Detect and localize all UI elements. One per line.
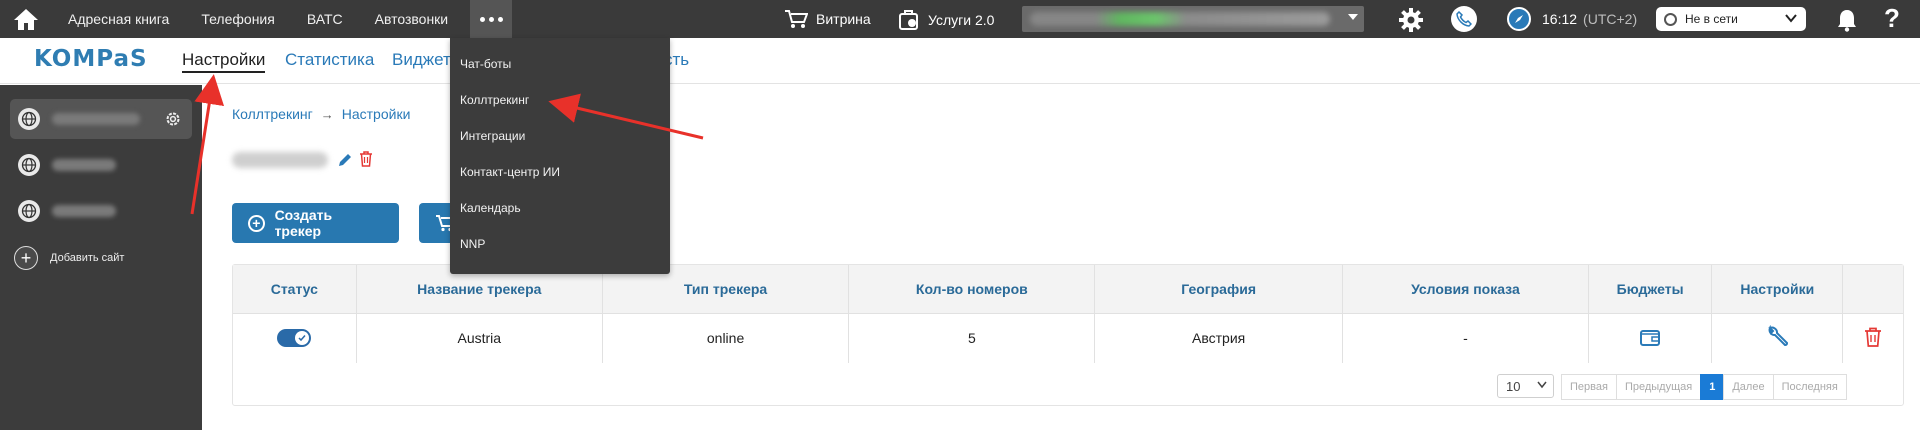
more-dropdown-menu: Чат-боты Коллтрекинг Интеграции Контакт-… (450, 38, 670, 274)
sub-navigation: KOMPaS Настройки Статистика Виджет сть (0, 38, 1920, 84)
column-header-numbers: Кол-во номеров (848, 265, 1096, 313)
home-icon[interactable] (0, 0, 52, 38)
site-name-redacted (52, 205, 116, 217)
menu-item-chatbots[interactable]: Чат-боты (450, 46, 670, 82)
status-toggle[interactable] (277, 329, 312, 348)
topnav-vats[interactable]: ВАТС (291, 0, 359, 38)
clock-compass-icon (1507, 7, 1531, 31)
cart-icon (785, 10, 808, 28)
offline-status-icon (1664, 12, 1677, 26)
page-next-button[interactable]: Далее (1723, 374, 1774, 400)
sidebar-site-item[interactable] (10, 99, 192, 139)
page-size-value: 10 (1506, 378, 1521, 394)
page-first-button[interactable]: Первая (1561, 374, 1617, 400)
tracker-type-cell: online (602, 312, 850, 363)
globe-icon (18, 154, 40, 176)
tab-widget[interactable]: Виджет (392, 50, 451, 70)
sites-sidebar: + Добавить сайт (0, 85, 202, 430)
page-current-button[interactable]: 1 (1700, 374, 1725, 400)
column-header-status: Статус (233, 265, 357, 313)
top-bar: Адресная книга Телефония ВАТС Автозвонки… (0, 0, 1920, 38)
bell-icon[interactable] (1836, 8, 1858, 35)
dot-icon (497, 16, 503, 22)
menu-item-calltracking[interactable]: Коллтрекинг (450, 82, 670, 118)
column-header-conditions: Условия показа (1342, 265, 1590, 313)
site-settings-gear-icon[interactable] (164, 110, 182, 133)
caret-down-icon (1348, 14, 1358, 20)
kompas-logo[interactable]: KOMPaS (34, 46, 148, 72)
trash-icon[interactable] (359, 151, 373, 172)
chevron-down-icon (1537, 381, 1547, 389)
breadcrumb-calltracking[interactable]: Коллтрекинг (232, 106, 313, 122)
check-icon (298, 335, 306, 342)
timezone-text: (UTC+2) (1583, 11, 1638, 27)
pagination: Первая Предыдущая 1 Далее Последняя (1561, 374, 1847, 400)
column-header-geography: География (1094, 265, 1343, 313)
plus-icon: + (14, 246, 38, 270)
topnav-telephony[interactable]: Телефония (185, 0, 290, 38)
vitrina-label: Витрина (816, 11, 871, 27)
services-icon (899, 10, 918, 30)
settings-cell (1711, 312, 1844, 363)
tracker-name-cell: Austria (356, 312, 603, 363)
dot-icon (488, 16, 494, 22)
create-tracker-label: Создать трекер (274, 207, 333, 239)
breadcrumb: Коллтрекинг → Настройки (232, 106, 410, 122)
menu-item-calendar[interactable]: Календарь (450, 190, 670, 226)
wrench-icon[interactable] (1765, 324, 1789, 349)
budgets-cell (1588, 312, 1713, 363)
site-name-redacted (52, 159, 116, 171)
phone-icon[interactable] (1451, 6, 1477, 32)
globe-icon (18, 200, 40, 222)
page-prev-button[interactable]: Предыдущая (1615, 374, 1702, 400)
delete-cell (1842, 312, 1903, 363)
menu-item-integrations[interactable]: Интеграции (450, 118, 670, 154)
sidebar-site-item[interactable] (10, 145, 192, 185)
table-row: Austria online 5 Австрия - (233, 312, 1903, 363)
tab-statistics[interactable]: Статистика (285, 50, 374, 70)
create-tracker-button[interactable]: + Создать трекер (232, 203, 399, 243)
wallet-icon[interactable] (1639, 327, 1661, 347)
vitrina-link[interactable]: Витрина (784, 9, 871, 29)
site-name-redacted (52, 113, 140, 125)
sidebar-site-item[interactable] (10, 191, 192, 231)
topnav-autocalls[interactable]: Автозвонки (359, 0, 465, 38)
conditions-cell: - (1342, 312, 1590, 363)
trash-icon[interactable] (1864, 327, 1882, 347)
plus-icon: + (248, 214, 265, 232)
add-site-label: Добавить сайт (50, 252, 125, 264)
page-size-select[interactable]: 10 (1497, 374, 1554, 398)
menu-item-ai-contact-center[interactable]: Контакт-центр ИИ (450, 154, 670, 190)
numbers-count-cell: 5 (848, 312, 1096, 363)
account-selector[interactable] (1022, 6, 1364, 32)
chevron-down-icon (1785, 14, 1797, 23)
status-label: Не в сети (1685, 12, 1738, 26)
tab-settings[interactable]: Настройки (182, 50, 266, 73)
account-name-redacted (1030, 12, 1330, 26)
status-cell (233, 312, 357, 363)
settings-gear-icon[interactable] (1398, 7, 1424, 36)
help-icon[interactable]: ? (1884, 3, 1900, 34)
more-menu-button[interactable] (470, 0, 513, 38)
breadcrumb-settings[interactable]: Настройки (342, 106, 411, 122)
site-title-redacted (232, 152, 328, 168)
column-header-settings: Настройки (1711, 265, 1844, 313)
time-text: 16:12 (1542, 11, 1578, 27)
services-label: Услуги 2.0 (928, 12, 995, 28)
page-last-button[interactable]: Последняя (1772, 374, 1847, 400)
menu-item-nnp[interactable]: NNP (450, 226, 670, 262)
arrow-right-icon: → (320, 106, 334, 122)
pencil-icon[interactable] (337, 152, 353, 173)
topnav-address-book[interactable]: Адресная книга (52, 0, 185, 38)
dot-icon (479, 16, 485, 22)
geography-cell: Австрия (1094, 312, 1343, 363)
globe-icon (18, 108, 40, 130)
column-header-actions (1842, 265, 1903, 313)
services-link[interactable]: Услуги 2.0 (898, 9, 994, 31)
column-header-budgets: Бюджеты (1588, 265, 1713, 313)
add-site-button[interactable]: + Добавить сайт (14, 246, 124, 270)
status-dropdown[interactable]: Не в сети (1656, 7, 1806, 31)
